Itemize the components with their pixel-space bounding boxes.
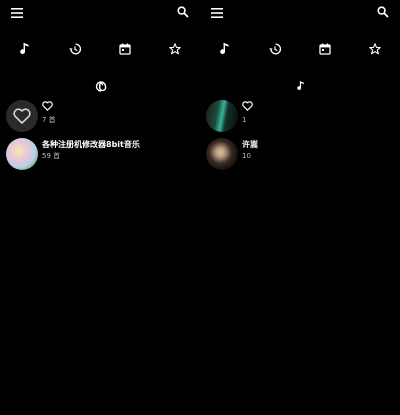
item-text: 7 首 (42, 101, 56, 125)
list-item[interactable]: 7 首 (6, 100, 196, 132)
search-icon[interactable] (172, 1, 194, 23)
tab-bar (200, 38, 400, 60)
hamburger-menu-icon[interactable] (206, 2, 228, 24)
item-title (242, 101, 253, 115)
screen: 7 首 各种注册机修改器8bit音乐 59 首 1 许嵩 10 (0, 0, 400, 415)
history-icon[interactable] (264, 38, 286, 60)
item-text: 许嵩 10 (242, 139, 258, 161)
list-item[interactable]: 1 (206, 100, 396, 132)
left-panel: 7 首 各种注册机修改器8bit音乐 59 首 (0, 0, 200, 415)
heart-icon (13, 108, 31, 124)
item-title (42, 101, 56, 115)
music-note-icon[interactable] (214, 38, 236, 60)
hamburger-menu-icon[interactable] (6, 2, 28, 24)
star-icon[interactable] (164, 38, 186, 60)
swirl-icon (93, 78, 109, 94)
item-title: 许嵩 (242, 140, 258, 149)
search-icon[interactable] (372, 1, 394, 23)
item-text: 各种注册机修改器8bit音乐 59 首 (42, 139, 140, 161)
star-icon[interactable] (364, 38, 386, 60)
music-note-icon (293, 78, 309, 94)
list-item[interactable]: 各种注册机修改器8bit音乐 59 首 (6, 138, 196, 170)
heart-icon (242, 101, 253, 111)
tab-bar (0, 38, 200, 60)
calendar-icon[interactable] (114, 38, 136, 60)
item-text: 1 (242, 101, 253, 125)
item-count: 59 首 (42, 152, 61, 160)
right-panel: 1 许嵩 10 (200, 0, 400, 415)
item-count: 10 (242, 152, 251, 160)
artist-thumbnail (206, 138, 238, 170)
calendar-icon[interactable] (314, 38, 336, 60)
history-icon[interactable] (64, 38, 86, 60)
heart-icon (42, 101, 53, 111)
item-title: 各种注册机修改器8bit音乐 (42, 140, 140, 149)
playlist-thumbnail (6, 138, 38, 170)
music-note-icon[interactable] (14, 38, 36, 60)
list-item[interactable]: 许嵩 10 (206, 138, 396, 170)
favorite-thumbnail (6, 100, 38, 132)
item-count: 1 (242, 116, 247, 124)
item-count: 7 首 (42, 116, 56, 124)
playlist-thumbnail (206, 100, 238, 132)
